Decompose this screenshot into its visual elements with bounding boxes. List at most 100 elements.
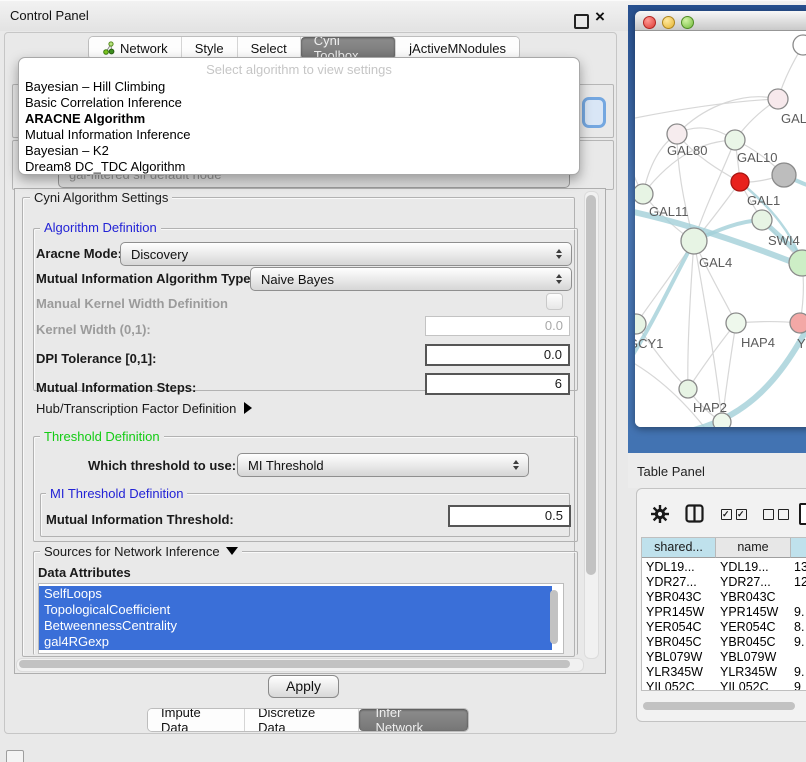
new-table-icon[interactable] (799, 503, 806, 525)
columns-icon[interactable] (685, 504, 704, 523)
cell[interactable]: YIL052C (646, 680, 712, 691)
cell[interactable]: YBR045C (646, 635, 712, 650)
tab-network[interactable]: Network (89, 37, 182, 59)
hidden-algorithm-combo-fragment[interactable] (582, 97, 606, 128)
hub-section-label: Hub/Transcription Factor Definition (36, 401, 236, 416)
panel-dock-icon[interactable] (6, 750, 24, 762)
settings-hscroll-thumb[interactable] (19, 660, 570, 668)
cell[interactable] (794, 590, 806, 605)
column-header-name[interactable]: name (716, 538, 791, 558)
table-panel-title: Table Panel (637, 464, 705, 479)
mi-algorithm-type-combo[interactable]: Naive Bayes (250, 267, 572, 291)
tab-label: Style (195, 41, 224, 56)
list-item[interactable]: TopologicalCoefficient (39, 602, 552, 618)
apply-button[interactable]: Apply (268, 675, 339, 698)
column-header-shared-name[interactable]: shared... (642, 538, 716, 558)
gear-icon[interactable] (651, 505, 669, 523)
node-label: GAL (781, 111, 806, 126)
dpi-tolerance-field[interactable]: 0.0 (425, 344, 570, 366)
algorithm-option-selected[interactable]: ARACNE Algorithm (23, 111, 575, 127)
cell[interactable]: YER054C (720, 620, 786, 635)
tab-infer-network[interactable]: Infer Network (359, 709, 468, 731)
settings-vscroll-thumb[interactable] (586, 195, 596, 575)
tab-label: jActiveMNodules (409, 41, 506, 56)
cell[interactable]: YBR043C (720, 590, 786, 605)
cell[interactable]: 9. (794, 665, 806, 680)
cell[interactable]: YBR043C (646, 590, 712, 605)
which-threshold-label: Which threshold to use: (88, 458, 236, 473)
algorithm-option[interactable]: Dream8 DC_TDC Algorithm (23, 159, 575, 175)
aracne-mode-combo[interactable]: Discovery (120, 242, 572, 266)
manual-kernel-checkbox[interactable] (546, 293, 563, 310)
aracne-mode-value: Discovery (121, 247, 556, 262)
hub-section-toggle[interactable]: Hub/Transcription Factor Definition (36, 401, 252, 416)
list-scrollbar-thumb[interactable] (550, 590, 558, 644)
close-icon[interactable]: × (595, 7, 605, 27)
collapsed-arrow-icon (244, 402, 252, 414)
minimize-traffic-icon[interactable] (662, 16, 675, 29)
cell[interactable]: 8. (794, 620, 806, 635)
cell[interactable]: 9. (794, 635, 806, 650)
close-traffic-icon[interactable] (643, 16, 656, 29)
cell[interactable]: YDL19... (720, 560, 786, 575)
cell[interactable]: YDR27... (646, 575, 712, 590)
restore-icon[interactable] (574, 14, 589, 29)
tab-select[interactable]: Select (238, 37, 301, 59)
cell[interactable]: YER054C (646, 620, 712, 635)
mi-threshold-group-title: MI Threshold Definition (46, 487, 187, 500)
select-all-checks-icon[interactable]: ✓ ✓ (721, 509, 747, 520)
node-label: GCY1 (635, 336, 663, 351)
cell[interactable]: 13 (794, 560, 806, 575)
spinner-icon (513, 460, 519, 470)
cell[interactable]: YLR345W (720, 665, 786, 680)
list-item[interactable]: BetweennessCentrality (39, 618, 552, 634)
node-label: SWI4 (768, 233, 800, 248)
column-header-clipped[interactable] (791, 538, 806, 558)
mi-threshold-label: Mutual Information Threshold: (46, 512, 234, 527)
cell[interactable]: YPR145W (646, 605, 712, 620)
cell[interactable]: 9 (794, 680, 806, 691)
mi-steps-field[interactable]: 6 (425, 373, 570, 395)
deselect-all-checks-icon[interactable] (763, 509, 789, 520)
algorithm-option[interactable]: Mutual Information Inference (23, 127, 575, 143)
sources-title[interactable]: Sources for Network Inference (40, 545, 242, 558)
cell[interactable]: YDL19... (646, 560, 712, 575)
list-item[interactable]: SelfLoops (39, 586, 552, 602)
table-hscroll-thumb[interactable] (643, 702, 795, 710)
cell[interactable]: YBR045C (720, 635, 786, 650)
tab-jactivemnodules[interactable]: jActiveMNodules (396, 37, 519, 59)
algorithm-option[interactable]: Bayesian – K2 (23, 143, 575, 159)
kernel-width-label: Kernel Width (0,1): (36, 322, 151, 337)
cell[interactable]: 9. (794, 605, 806, 620)
node-label: GAL10 (737, 150, 777, 165)
network-icon (102, 41, 115, 55)
dpi-tolerance-label: DPI Tolerance [0,1]: (36, 351, 156, 366)
cell[interactable]: YIL052C (720, 680, 786, 691)
cell[interactable]: YPR145W (720, 605, 786, 620)
algorithm-option[interactable]: Basic Correlation Inference (23, 95, 575, 111)
mi-threshold-field[interactable]: 0.5 (448, 505, 571, 527)
cell[interactable]: 12 (794, 575, 806, 590)
list-item[interactable]: gal4RGexp (39, 634, 552, 650)
kernel-width-field[interactable]: 0.0 (425, 316, 570, 336)
cell[interactable] (794, 650, 806, 665)
zoom-traffic-icon[interactable] (681, 16, 694, 29)
bottom-tab-bar: Impute Data Discretize Data Infer Networ… (147, 708, 469, 732)
cell[interactable]: YBL079W (720, 650, 786, 665)
tab-discretize-data[interactable]: Discretize Data (245, 709, 359, 731)
network-canvas[interactable]: GAL GAL80 GAL10 GAL1 GAL11 SWI4 GAL4 GCY… (635, 31, 806, 427)
tab-impute-data[interactable]: Impute Data (148, 709, 245, 731)
tab-cyni-toolbox[interactable]: Cyni Toolbox (301, 37, 396, 59)
node-table: shared... name YDL19... YDL19... 13 YDR2… (641, 537, 806, 691)
aracne-mode-label: Aracne Mode: (36, 246, 122, 261)
tab-style[interactable]: Style (182, 37, 238, 59)
which-threshold-combo[interactable]: MI Threshold (237, 453, 529, 477)
algorithm-option[interactable]: Bayesian – Hill Climbing (23, 79, 575, 95)
cell[interactable]: YDR27... (720, 575, 786, 590)
mi-algorithm-type-value: Naive Bayes (251, 272, 556, 287)
network-window-titlebar (635, 11, 806, 31)
app-root: Control Panel × Network Style Select Cyn… (0, 0, 806, 762)
node-label: GAL4 (699, 255, 732, 270)
cell[interactable]: YBL079W (646, 650, 712, 665)
cell[interactable]: YLR345W (646, 665, 712, 680)
